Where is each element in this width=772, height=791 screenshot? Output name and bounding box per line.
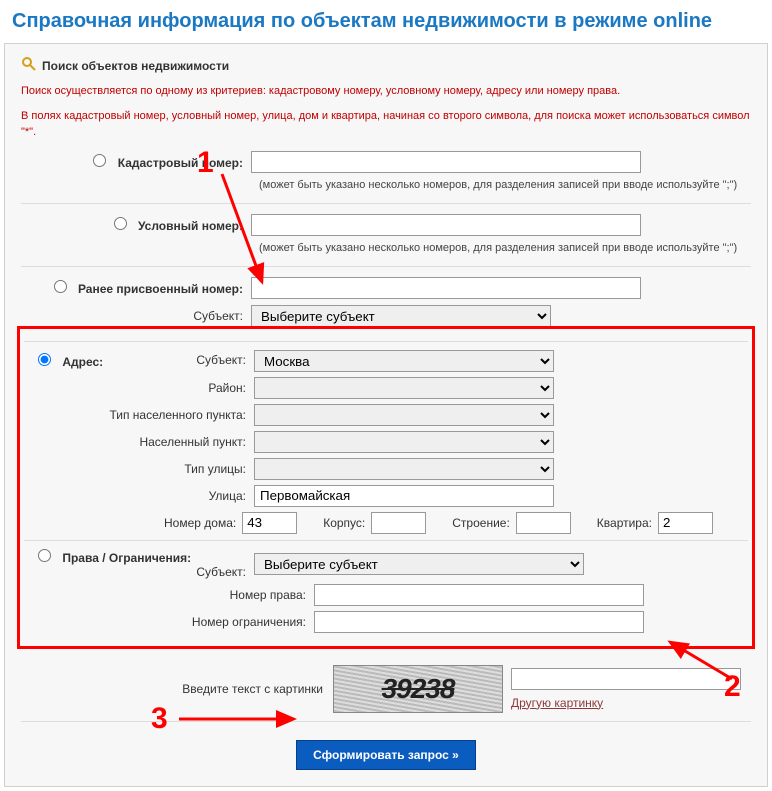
label-rights-subject: Субъект: — [196, 565, 246, 579]
divider — [21, 266, 751, 267]
divider — [21, 203, 751, 204]
label-type-street: Тип улицы: — [24, 462, 254, 476]
label-house: Номер дома: — [164, 516, 236, 530]
label-stroenie: Строение: — [452, 516, 510, 530]
label-addr-subject: Субъект: — [196, 353, 246, 367]
label-korpus: Корпус: — [323, 516, 365, 530]
label-kvartira: Квартира: — [597, 516, 652, 530]
label-np: Населенный пункт: — [24, 435, 254, 449]
select-addr-subject[interactable]: Москва — [254, 350, 554, 372]
select-prev-subject[interactable]: Выберите субъект — [251, 305, 551, 327]
label-rights: Права / Ограничения: — [62, 551, 191, 565]
label-prev-subject: Субъект: — [21, 309, 251, 323]
label-raion: Район: — [24, 381, 254, 395]
fieldset-legend: Поиск объектов недвижимости — [21, 56, 751, 75]
submit-button[interactable]: Сформировать запрос » — [296, 740, 476, 770]
label-limitation-number: Номер ограничения: — [24, 615, 314, 629]
page-title: Справочная информация по объектам недвиж… — [4, 4, 768, 43]
fieldset-label: Поиск объектов недвижимости — [42, 59, 229, 73]
divider — [24, 540, 748, 541]
select-rights-subject[interactable]: Выберите субъект — [254, 553, 584, 575]
input-korpus[interactable] — [371, 512, 426, 534]
input-kvartira[interactable] — [658, 512, 713, 534]
radio-address[interactable] — [38, 353, 51, 366]
label-captcha: Введите текст с картинки — [21, 682, 333, 696]
input-limitation-number[interactable] — [314, 611, 644, 633]
input-conditional[interactable] — [251, 214, 641, 236]
input-cadastral[interactable] — [251, 151, 641, 173]
input-street[interactable] — [254, 485, 554, 507]
input-right-number[interactable] — [314, 584, 644, 606]
radio-conditional[interactable] — [114, 217, 127, 230]
divider — [21, 721, 751, 722]
select-type-street[interactable] — [254, 458, 554, 480]
input-house[interactable] — [242, 512, 297, 534]
captcha-image: 39238 — [333, 665, 503, 713]
label-previous: Ранее присвоенный номер: — [78, 282, 243, 296]
label-street: Улица: — [24, 489, 254, 503]
search-icon — [21, 56, 37, 75]
label-conditional: Условный номер: — [138, 219, 243, 233]
select-np[interactable] — [254, 431, 554, 453]
hint-line-1: Поиск осуществляется по одному из критер… — [21, 83, 751, 100]
input-captcha[interactable] — [511, 668, 741, 690]
note-cadastral: (может быть указано несколько номеров, д… — [259, 179, 751, 191]
radio-rights[interactable] — [38, 549, 51, 562]
radio-previous[interactable] — [54, 280, 67, 293]
select-raion[interactable] — [254, 377, 554, 399]
label-cadastral: Кадастровый номер: — [118, 156, 243, 170]
highlight-frame: Адрес: Субъект: Москва Район: Тип населе… — [17, 326, 755, 649]
input-stroenie[interactable] — [516, 512, 571, 534]
select-type-np[interactable] — [254, 404, 554, 426]
radio-cadastral[interactable] — [93, 154, 106, 167]
link-refresh-captcha[interactable]: Другую картинку — [511, 696, 741, 710]
hint-line-2: В полях кадастровый номер, условный номе… — [21, 108, 751, 141]
divider — [24, 341, 748, 342]
label-type-np: Тип населенного пункта: — [24, 408, 254, 422]
input-previous[interactable] — [251, 277, 641, 299]
label-right-number: Номер права: — [24, 588, 314, 602]
search-form: Поиск объектов недвижимости Поиск осущес… — [4, 43, 768, 787]
note-conditional: (может быть указано несколько номеров, д… — [259, 242, 751, 254]
label-address: Адрес: — [62, 355, 103, 369]
